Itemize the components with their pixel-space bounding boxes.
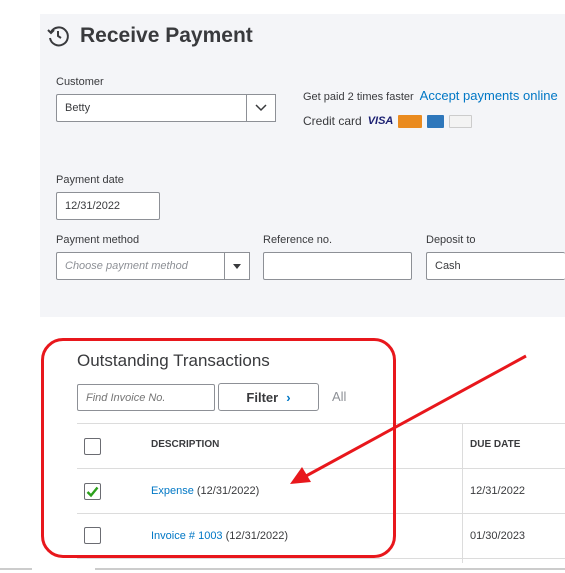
due-date-cell: 01/30/2023 xyxy=(470,530,526,542)
find-invoice-input[interactable] xyxy=(77,384,215,411)
invoice-link[interactable]: Invoice # 1003 xyxy=(151,530,223,542)
payment-date-field[interactable]: 12/31/2022 xyxy=(56,192,160,220)
table-header-border xyxy=(77,468,565,469)
payment-date-label: Payment date xyxy=(56,174,124,186)
customer-dropdown-button[interactable] xyxy=(246,94,276,122)
window-bottom-edge xyxy=(0,568,565,570)
reference-label: Reference no. xyxy=(263,234,333,246)
table-top-border xyxy=(77,423,565,424)
table-column-divider xyxy=(462,423,463,563)
row-checkbox-expense[interactable] xyxy=(84,483,101,500)
mastercard-logo-icon xyxy=(398,114,423,128)
deposit-to-field[interactable]: Cash xyxy=(426,252,565,280)
credit-card-row: Credit card VISA xyxy=(303,114,473,128)
filter-button-label: Filter xyxy=(246,389,279,405)
row-date-text: (12/31/2022) xyxy=(196,485,260,497)
select-all-checkbox[interactable] xyxy=(84,438,101,455)
row-date-text: (12/31/2022) xyxy=(225,530,289,542)
table-row-border xyxy=(77,513,565,514)
page-title: Receive Payment xyxy=(80,24,253,47)
checkmark-icon xyxy=(86,486,99,498)
outstanding-transactions-title: Outstanding Transactions xyxy=(77,351,270,370)
due-date-cell: 12/31/2022 xyxy=(470,485,526,497)
row-checkbox-invoice[interactable] xyxy=(84,527,101,544)
table-row-border xyxy=(77,558,565,559)
table-row: Invoice # 1003 (12/31/2022) xyxy=(151,530,288,542)
reference-input[interactable] xyxy=(263,252,412,280)
filter-button[interactable]: Filter › xyxy=(218,383,319,411)
credit-card-label: Credit card xyxy=(303,114,362,128)
all-link[interactable]: All xyxy=(332,389,346,404)
promo-row: Get paid 2 times faster Accept payments … xyxy=(303,88,558,103)
visa-logo-icon: VISA xyxy=(367,115,394,127)
chevron-down-icon xyxy=(255,104,267,112)
expense-link[interactable]: Expense xyxy=(151,485,194,497)
payment-clock-icon xyxy=(47,26,69,47)
deposit-to-label: Deposit to xyxy=(426,234,476,246)
promo-text: Get paid 2 times faster xyxy=(303,91,414,103)
customer-field[interactable]: Betty xyxy=(56,94,248,122)
accept-payments-link[interactable]: Accept payments online xyxy=(420,88,558,103)
payment-method-field[interactable]: Choose payment method xyxy=(56,252,226,280)
page-header: Receive Payment xyxy=(46,24,253,48)
discover-logo-icon xyxy=(449,114,473,128)
chevron-right-icon: › xyxy=(286,389,291,405)
table-row: Expense (12/31/2022) xyxy=(151,485,259,497)
column-header-description: DESCRIPTION xyxy=(151,439,220,450)
customer-label: Customer xyxy=(56,76,104,88)
amex-logo-icon xyxy=(427,114,445,128)
caret-down-icon xyxy=(233,263,241,269)
payment-method-label: Payment method xyxy=(56,234,140,246)
column-header-due-date: DUE DATE xyxy=(470,439,521,450)
payment-method-dropdown-button[interactable] xyxy=(224,252,250,280)
